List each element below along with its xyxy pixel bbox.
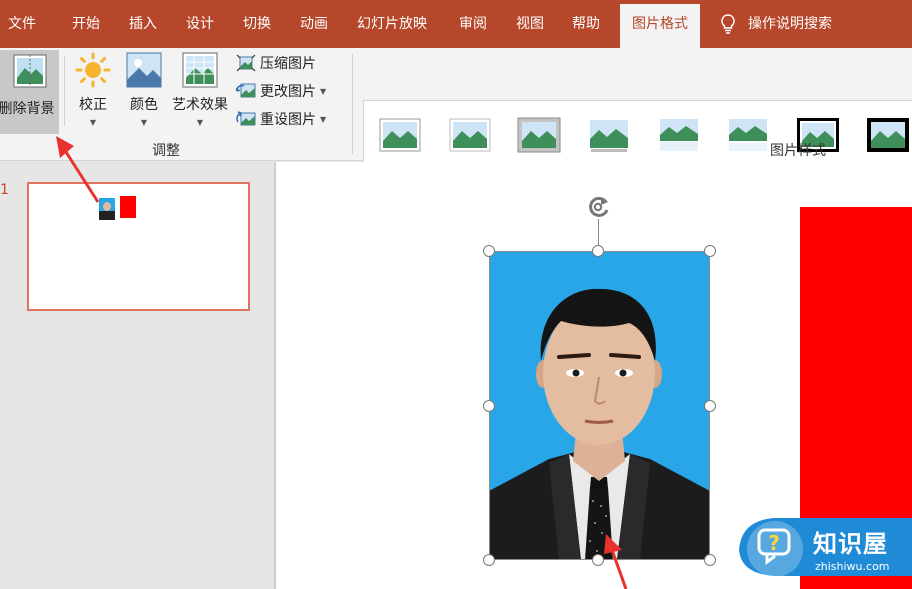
remove-background-icon	[13, 54, 46, 88]
resize-handle-top-right[interactable]	[704, 245, 716, 257]
resize-handle-top-left[interactable]	[483, 245, 495, 257]
resize-handle-top[interactable]	[592, 245, 604, 257]
chevron-down-icon: ▼	[140, 118, 148, 127]
picture-style-thumb[interactable]	[378, 117, 422, 153]
picture-color-icon	[126, 52, 162, 88]
color-button[interactable]: 颜色 ▼	[121, 52, 167, 132]
watermark-logo: ? 知识屋 zhishiwu.com	[737, 516, 912, 589]
ribbon-tab-bar: 文件 开始 插入 设计 切换 动画 幻灯片放映 审阅 视图 帮助 图片格式 操作…	[0, 0, 912, 48]
tab-insert[interactable]: 插入	[129, 0, 157, 48]
rotate-handle-icon[interactable]	[586, 194, 612, 220]
reset-picture-label: 重设图片	[260, 112, 316, 128]
artistic-effects-label: 艺术效果	[172, 97, 228, 113]
annotation-arrow-icon	[56, 136, 100, 203]
lightbulb-icon	[721, 14, 735, 34]
picture-style-thumb[interactable]	[448, 117, 492, 153]
watermark-title: 知识屋	[813, 530, 888, 558]
annotation-arrow-icon	[604, 534, 628, 589]
compress-pictures-button[interactable]: 压缩图片	[236, 51, 316, 75]
remove-background-label: 删除背景	[0, 101, 55, 117]
corrections-button[interactable]: 校正 ▼	[70, 52, 116, 132]
tab-file[interactable]: 文件	[8, 0, 36, 48]
ribbon-separator	[64, 56, 65, 126]
change-picture-label: 更改图片	[260, 84, 316, 100]
chevron-down-icon: ▼	[320, 86, 327, 96]
picture-style-thumb[interactable]	[657, 117, 701, 153]
resize-handle-right[interactable]	[704, 400, 716, 412]
tell-me-search[interactable]: 操作说明搜索	[720, 0, 832, 48]
remove-background-button[interactable]: 删除背景	[0, 50, 59, 134]
chevron-down-icon: ▼	[196, 118, 204, 127]
thumb-red-shape	[120, 196, 136, 218]
reset-picture-icon	[236, 111, 256, 126]
tab-home[interactable]: 开始	[72, 0, 100, 48]
adjust-group-label: 调整	[152, 143, 180, 159]
artistic-effects-button[interactable]: 艺术效果 ▼	[168, 52, 232, 132]
tab-animations[interactable]: 动画	[300, 0, 328, 48]
tell-me-label: 操作说明搜索	[748, 16, 832, 32]
selection-border	[489, 251, 710, 560]
ribbon-separator	[352, 54, 353, 154]
artistic-effects-icon	[182, 52, 218, 88]
tab-picture-format[interactable]: 图片格式	[620, 4, 700, 48]
corrections-label: 校正	[79, 97, 107, 113]
ribbon: 删除背景 校正 ▼ 颜色 ▼ 艺术效果 ▼ 压缩图片 更改图片 ▼ 重设图片 ▼…	[0, 48, 912, 175]
tab-help[interactable]: 帮助	[572, 0, 600, 48]
resize-handle-bottom-right[interactable]	[704, 554, 716, 566]
color-label: 颜色	[130, 97, 158, 113]
watermark-url: zhishiwu.com	[815, 560, 890, 573]
change-picture-icon	[236, 83, 256, 98]
sun-icon	[75, 52, 111, 88]
tab-view[interactable]: 视图	[516, 0, 544, 48]
picture-styles-group-label: 图片样式	[770, 143, 826, 159]
picture-style-thumb[interactable]	[517, 117, 561, 153]
picture-style-thumb[interactable]	[726, 117, 770, 153]
resize-handle-left[interactable]	[483, 400, 495, 412]
compress-icon	[236, 54, 256, 72]
tab-review[interactable]: 审阅	[459, 0, 487, 48]
change-picture-button[interactable]: 更改图片 ▼	[236, 79, 326, 103]
reset-picture-button[interactable]: 重设图片 ▼	[236, 107, 326, 131]
resize-handle-bottom-left[interactable]	[483, 554, 495, 566]
chevron-down-icon: ▼	[89, 118, 97, 127]
svg-text:?: ?	[768, 531, 780, 555]
compress-label: 压缩图片	[260, 56, 316, 72]
chevron-down-icon: ▼	[320, 114, 327, 124]
slide-number: 1	[0, 182, 9, 198]
tab-design[interactable]: 设计	[186, 0, 214, 48]
picture-style-thumb[interactable]	[587, 117, 631, 153]
picture-style-thumb[interactable]	[866, 117, 910, 153]
tab-transitions[interactable]: 切换	[243, 0, 271, 48]
tab-slideshow[interactable]: 幻灯片放映	[357, 0, 427, 48]
